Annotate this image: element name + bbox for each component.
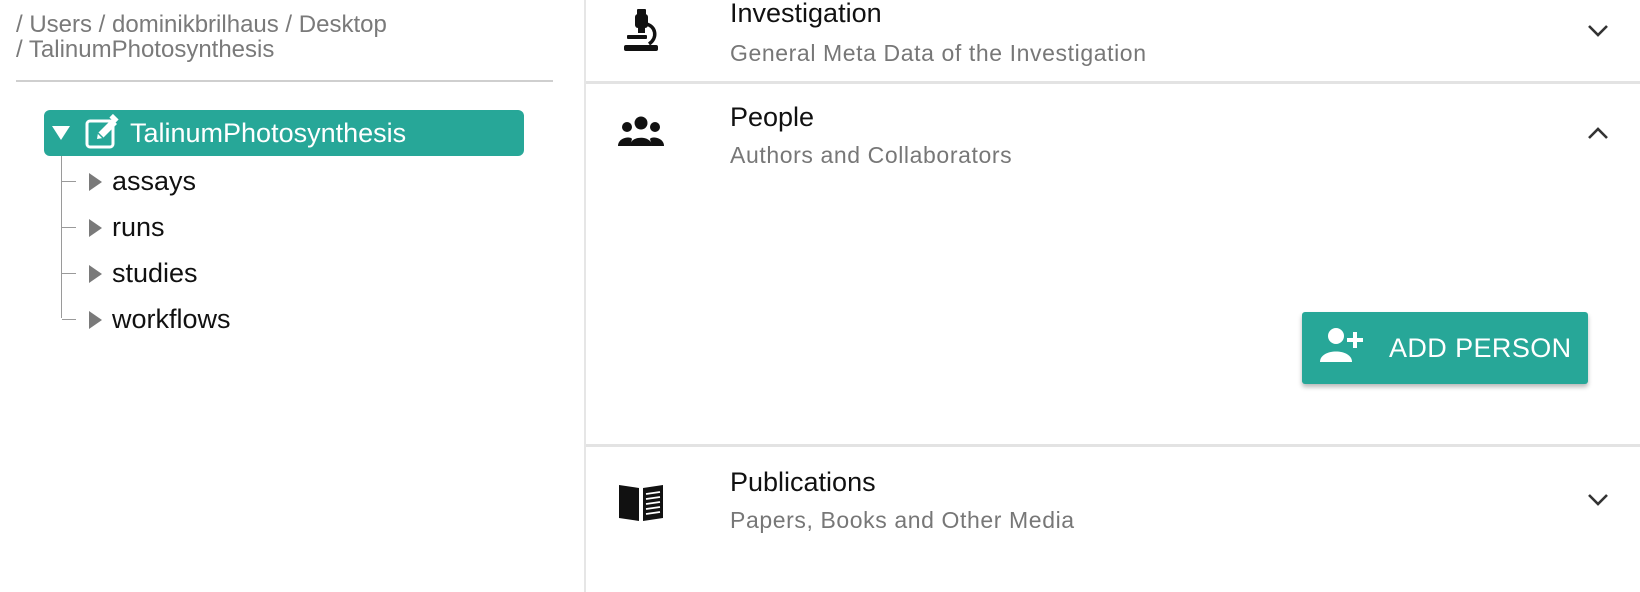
tree-root-label: TalinumPhotosynthesis — [130, 118, 407, 148]
tree-guide-branch — [62, 227, 76, 228]
tree-item-label: studies — [112, 258, 198, 288]
section-title: Investigation — [730, 0, 882, 28]
section-investigation[interactable]: Investigation General Meta Data of the I… — [586, 0, 1640, 82]
tree-guide-branch — [62, 319, 76, 320]
microscope-icon — [624, 9, 658, 51]
section-publications[interactable]: Publications Papers, Books and Other Med… — [586, 447, 1640, 567]
section-subtitle: Papers, Books and Other Media — [730, 507, 1075, 533]
chevron-down-icon[interactable] — [1586, 18, 1610, 42]
tree-item-label: assays — [112, 166, 197, 196]
section-subtitle: General Meta Data of the Investigation — [730, 40, 1147, 66]
tree-guide-branch — [62, 181, 76, 182]
caret-right-icon[interactable] — [89, 311, 102, 329]
add-person-label: ADD PERSON — [1389, 333, 1572, 363]
tree-item-workflows[interactable]: workflows — [62, 299, 522, 339]
add-person-button[interactable]: ADD PERSON — [1302, 312, 1588, 384]
tree-guide-branch — [62, 273, 76, 274]
breadcrumb-divider — [16, 80, 553, 82]
section-subtitle: Authors and Collaborators — [730, 142, 1013, 168]
breadcrumb: / Users / dominikbrilhaus / Desktop / Ta… — [16, 12, 536, 62]
caret-right-icon[interactable] — [89, 173, 102, 191]
section-title: Publications — [730, 467, 876, 497]
tree-item-runs[interactable]: runs — [62, 207, 522, 247]
tree-item-label: workflows — [112, 304, 231, 334]
section-people: People Authors and Collaborators — [586, 84, 1640, 444]
section-people-header[interactable]: People Authors and Collaborators — [586, 84, 1640, 184]
tree-root-item[interactable]: TalinumPhotosynthesis — [44, 110, 524, 156]
section-title: People — [730, 102, 815, 132]
caret-down-icon[interactable] — [52, 126, 70, 140]
breadcrumb-path-line-1: / Users / dominikbrilhaus / Desktop — [16, 11, 387, 38]
metadata-panel: Investigation General Meta Data of the I… — [586, 0, 1640, 592]
file-tree-panel: / Users / dominikbrilhaus / Desktop / Ta… — [0, 0, 584, 592]
chevron-up-icon[interactable] — [1586, 122, 1610, 146]
edit-icon — [85, 114, 119, 149]
book-icon — [619, 485, 663, 521]
tree-item-assays[interactable]: assays — [62, 161, 522, 201]
tree-item-label: runs — [112, 212, 165, 242]
people-icon — [618, 116, 664, 146]
breadcrumb-path-line-2: / TalinumPhotosynthesis — [16, 36, 275, 63]
caret-right-icon[interactable] — [89, 265, 102, 283]
caret-right-icon[interactable] — [89, 219, 102, 237]
chevron-down-icon[interactable] — [1586, 487, 1610, 511]
app-window: / Users / dominikbrilhaus / Desktop / Ta… — [0, 0, 1640, 592]
tree-item-studies[interactable]: studies — [62, 253, 522, 293]
person-add-icon — [1320, 328, 1363, 362]
